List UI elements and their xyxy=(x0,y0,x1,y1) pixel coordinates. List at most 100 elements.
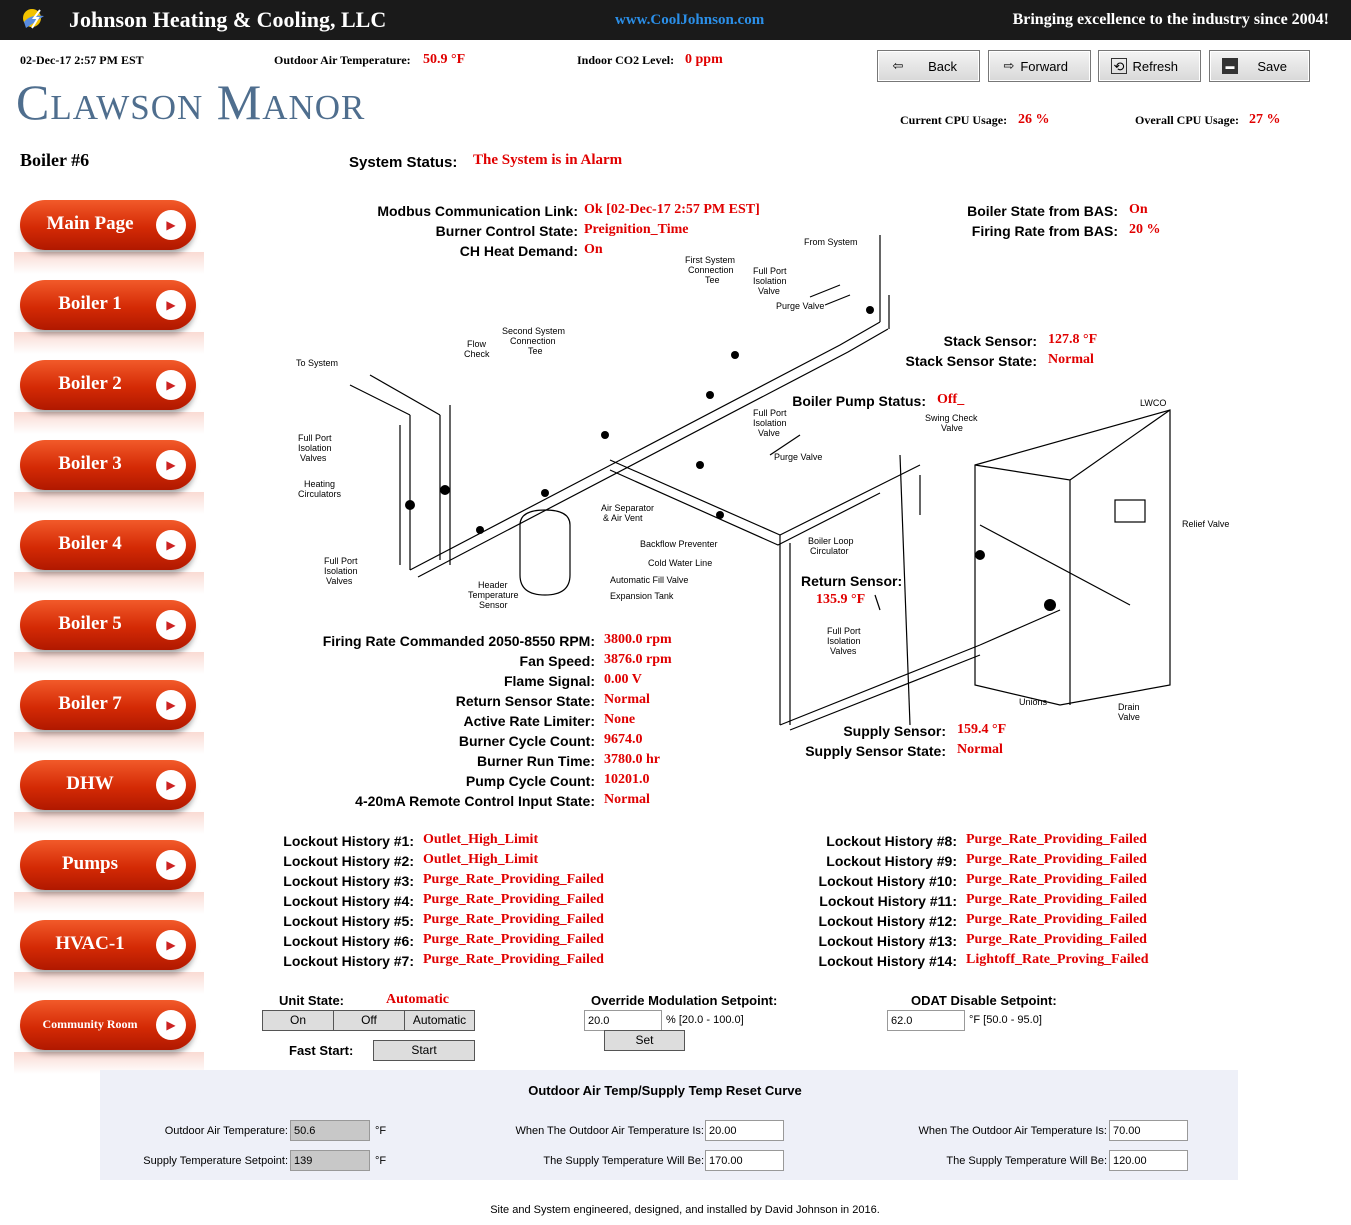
label-backflow: Backflow Preventer xyxy=(640,539,718,549)
label-air-sep-2: & Air Vent xyxy=(603,513,643,523)
label-swing-1: Swing Check xyxy=(925,413,978,423)
oat-label: Outdoor Air Temperature: xyxy=(274,53,411,67)
bas-rate-value: 20 % xyxy=(1129,222,1161,237)
metric-row-value: Normal xyxy=(604,792,650,807)
nav-button-community-room[interactable]: Community Room ▶ xyxy=(20,1000,196,1050)
reset-s2-input[interactable] xyxy=(1109,1150,1188,1171)
lockout-row-value: Outlet_High_Limit xyxy=(423,832,539,847)
arrow-right-icon: ▶ xyxy=(156,770,186,800)
arrow-right-icon: ▶ xyxy=(156,1010,186,1040)
unit-off-button[interactable]: Off xyxy=(333,1010,405,1031)
reset-oat-input[interactable] xyxy=(290,1120,370,1141)
overall-cpu-label: Overall CPU Usage: xyxy=(1135,113,1239,127)
lockout-row-label: Lockout History #3: xyxy=(283,873,414,889)
cpu-value: 26 % xyxy=(1018,112,1050,127)
reset-w2-input[interactable] xyxy=(1109,1120,1188,1141)
label-fpv-left-1: Full Port xyxy=(298,433,332,443)
co2-label: Indoor CO2 Level: xyxy=(577,53,675,67)
reset-curve-title: Outdoor Air Temp/Supply Temp Reset Curve xyxy=(528,1083,802,1098)
nav-reflection xyxy=(14,812,204,834)
label-drain-2: Valve xyxy=(1118,712,1140,722)
label-flow-2: Check xyxy=(464,349,490,359)
nav-label: Boiler 2 xyxy=(58,373,122,394)
lockout-row-label: Lockout History #6: xyxy=(283,933,414,949)
unit-on-button[interactable]: On xyxy=(262,1010,334,1031)
lockout-row-label: Lockout History #8: xyxy=(826,833,957,849)
metric-row-label: 4-20mA Remote Control Input State: xyxy=(355,793,595,809)
top-bar: Johnson Heating & Cooling, LLC www.CoolJ… xyxy=(0,0,1351,40)
label-from-system: From System xyxy=(804,237,858,247)
set-button[interactable]: Set xyxy=(604,1030,685,1051)
label-fp-mid-1: Full Port xyxy=(753,408,787,418)
status-row-value: Ok [02-Dec-17 2:57 PM EST] xyxy=(584,202,760,217)
nav-reflection xyxy=(14,412,204,434)
nav-label: Main Page xyxy=(46,213,134,234)
nav-label: Boiler 5 xyxy=(58,613,122,634)
pump-status-value: Off_ xyxy=(937,392,965,407)
label-fpv-bottom-2: Isolation xyxy=(324,566,358,576)
reset-oat-label: Outdoor Air Temperature: xyxy=(164,1125,288,1137)
supply-sensor-value: 159.4 °F xyxy=(957,722,1007,737)
stack-sensor-label: Stack Sensor: xyxy=(943,333,1037,349)
nav-button-hvac-1[interactable]: HVAC-1 ▶ xyxy=(20,920,196,970)
nav-reflection xyxy=(14,972,204,994)
label-heat-circ-2: Circulators xyxy=(298,489,342,499)
arrow-right-icon: ▶ xyxy=(156,930,186,960)
odat-input[interactable] xyxy=(887,1010,965,1031)
lockout-row-value: Outlet_High_Limit xyxy=(423,852,539,867)
refresh-button[interactable]: ⟲ Refresh xyxy=(1098,50,1201,82)
nav-button-main-page[interactable]: Main Page ▶ xyxy=(20,200,196,250)
reset-s1-input[interactable] xyxy=(705,1150,784,1171)
label-header-1: Header xyxy=(478,580,508,590)
label-unions: Unions xyxy=(1019,697,1048,707)
override-label: Override Modulation Setpoint: xyxy=(591,993,778,1008)
bas-state-label: Boiler State from BAS: xyxy=(967,203,1118,219)
stack-state-label: Stack Sensor State: xyxy=(905,353,1038,369)
reset-sts-input[interactable] xyxy=(290,1150,370,1171)
nav-button-boiler-1[interactable]: Boiler 1 ▶ xyxy=(20,280,196,330)
label-header-2: Temperature xyxy=(468,590,519,600)
oat-value: 50.9 °F xyxy=(423,52,466,67)
lockout-row-value: Purge_Rate_Providing_Failed xyxy=(966,872,1147,887)
fast-start-button[interactable]: Start xyxy=(373,1040,475,1061)
nav-button-boiler-4[interactable]: Boiler 4 ▶ xyxy=(20,520,196,570)
override-input[interactable] xyxy=(584,1010,662,1031)
company-url[interactable]: www.CoolJohnson.com xyxy=(615,12,764,29)
back-button[interactable]: ⇦ Back xyxy=(877,50,980,82)
co2-value: 0 ppm xyxy=(685,52,723,67)
nav-label: Boiler 4 xyxy=(58,533,122,554)
arrow-left-icon: ⇦ xyxy=(892,58,904,73)
forward-button[interactable]: ⇨ Forward xyxy=(988,50,1091,82)
lockout-row-label: Lockout History #5: xyxy=(283,913,414,929)
bas-state-value: On xyxy=(1129,202,1148,217)
nav-button-boiler-7[interactable]: Boiler 7 ▶ xyxy=(20,680,196,730)
status-row-label: CH Heat Demand: xyxy=(459,243,578,259)
label-exp-tank: Expansion Tank xyxy=(610,591,674,601)
nav-button-boiler-5[interactable]: Boiler 5 ▶ xyxy=(20,600,196,650)
metric-row-label: Burner Run Time: xyxy=(477,753,595,769)
nav-label: Boiler 3 xyxy=(58,453,122,474)
status-row-label: Modbus Communication Link: xyxy=(377,203,578,219)
label-fpv-right-3: Valves xyxy=(830,646,857,656)
nav-button-dhw[interactable]: DHW ▶ xyxy=(20,760,196,810)
label-fp-top-3: Valve xyxy=(758,286,780,296)
pump-status-label: Boiler Pump Status: xyxy=(792,393,926,409)
label-fp-mid-3: Valve xyxy=(758,428,780,438)
nav-button-pumps[interactable]: Pumps ▶ xyxy=(20,840,196,890)
label-fpv-left-2: Isolation xyxy=(298,443,332,453)
lockout-row-label: Lockout History #14: xyxy=(818,953,957,969)
nav-button-boiler-2[interactable]: Boiler 2 ▶ xyxy=(20,360,196,410)
reset-w1-input[interactable] xyxy=(705,1120,784,1141)
lockout-row-label: Lockout History #1: xyxy=(283,833,414,849)
label-second-tee-1: Second System xyxy=(502,326,565,336)
save-button[interactable]: ▬ Save xyxy=(1209,50,1310,82)
nav-label: Pumps xyxy=(62,853,118,874)
label-first-tee-2: Connection xyxy=(688,265,734,275)
unit-automatic-button[interactable]: Automatic xyxy=(404,1010,475,1031)
metric-row-label: Burner Cycle Count: xyxy=(458,733,595,749)
status-row-label: Burner Control State: xyxy=(435,223,578,239)
label-fp-mid-2: Isolation xyxy=(753,418,787,428)
nav-reflection xyxy=(14,492,204,514)
nav-button-boiler-3[interactable]: Boiler 3 ▶ xyxy=(20,440,196,490)
label-air-sep-1: Air Separator xyxy=(601,503,654,513)
